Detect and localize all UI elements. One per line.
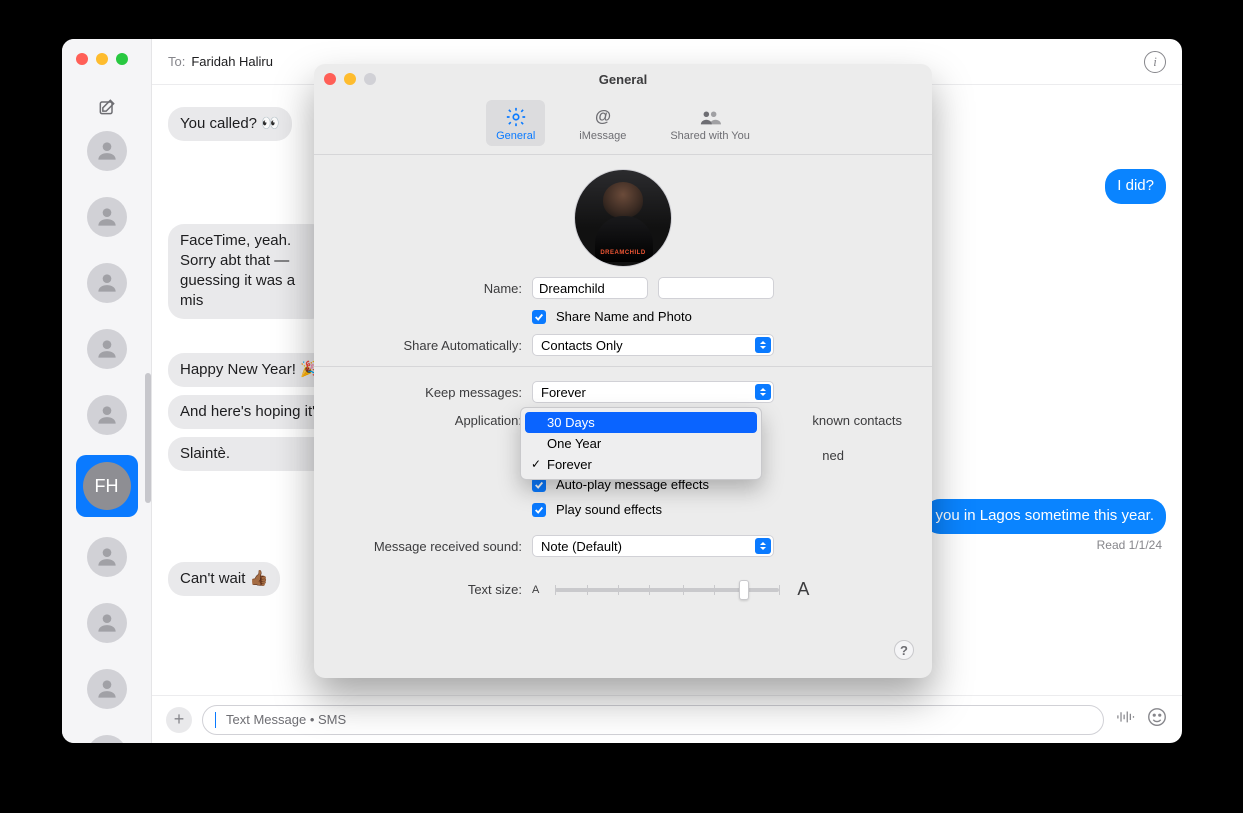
conversation-item[interactable]	[87, 735, 127, 743]
keep-option-30-days[interactable]: 30 Days	[525, 412, 757, 433]
profile-photo-tag: DREAMCHILD	[600, 250, 645, 256]
chevron-updown-icon	[755, 384, 771, 400]
avatar-initials: FH	[95, 476, 119, 497]
keep-messages-label: Keep messages:	[342, 385, 522, 400]
incoming-message: Can't wait 👍🏾	[168, 562, 280, 596]
keep-option-one-year[interactable]: One Year	[525, 433, 757, 454]
conversation-item[interactable]	[87, 537, 127, 577]
emoji-picker-icon[interactable]	[1146, 706, 1168, 733]
share-auto-dropdown[interactable]: Contacts Only	[532, 334, 774, 356]
conversation-item[interactable]	[87, 669, 127, 709]
first-name-input[interactable]	[532, 277, 648, 299]
tab-general-label: General	[496, 130, 535, 142]
conversation-item[interactable]	[87, 131, 127, 171]
last-name-input[interactable]	[658, 277, 774, 299]
settings-window: General General @ iMessage Shared with Y…	[314, 64, 932, 678]
conversation-list: FH	[76, 131, 138, 743]
message-input[interactable]: Text Message • SMS	[202, 705, 1104, 735]
share-auto-value: Contacts Only	[541, 338, 623, 353]
zoom-window-button[interactable]	[116, 53, 128, 65]
tab-imessage-label: iMessage	[579, 130, 626, 142]
conversation-item[interactable]	[87, 263, 127, 303]
slider-thumb[interactable]	[739, 580, 749, 600]
message-sound-dropdown[interactable]: Note (Default)	[532, 535, 774, 557]
outgoing-message: you in Lagos sometime this year.	[924, 499, 1166, 533]
sound-label: Message received sound:	[342, 539, 522, 554]
application-text-truncated: known contacts	[812, 413, 902, 428]
text-size-small-icon: A	[532, 584, 539, 596]
conversation-item[interactable]	[87, 329, 127, 369]
info-icon[interactable]: i	[1144, 51, 1166, 73]
settings-title: General	[314, 72, 932, 87]
read-receipt: Read 1/1/24	[1097, 538, 1166, 552]
keep-messages-dropdown[interactable]: Forever	[532, 381, 774, 403]
tab-general[interactable]: General	[486, 100, 545, 146]
settings-tabs: General @ iMessage Shared with You	[314, 94, 932, 155]
profile-photo[interactable]: DREAMCHILD	[574, 169, 672, 267]
name-label: Name:	[342, 281, 522, 296]
chevron-updown-icon	[755, 337, 771, 353]
to-label: To:	[168, 54, 185, 69]
conversation-item[interactable]	[87, 603, 127, 643]
outgoing-message: I did?	[1105, 169, 1166, 203]
minimize-window-button[interactable]	[96, 53, 108, 65]
add-attachment-button[interactable]: +	[166, 707, 192, 733]
incoming-message: You called? 👀	[168, 107, 292, 141]
message-sound-value: Note (Default)	[541, 539, 622, 554]
tab-imessage[interactable]: @ iMessage	[569, 100, 636, 146]
window-controls	[76, 53, 128, 65]
application-label: Application:	[342, 413, 522, 428]
close-window-button[interactable]	[76, 53, 88, 65]
sidebar-scrollbar[interactable]	[145, 373, 151, 503]
voice-message-icon[interactable]	[1114, 706, 1136, 733]
keep-messages-value: Forever	[541, 385, 586, 400]
conversation-sidebar: FH	[62, 39, 152, 743]
message-input-placeholder: Text Message • SMS	[226, 712, 346, 727]
share-name-photo-label: Share Name and Photo	[556, 309, 692, 324]
share-name-photo-checkbox[interactable]	[532, 310, 546, 324]
checkmark-icon: ✓	[531, 457, 541, 471]
keep-option-forever[interactable]: ✓Forever	[525, 454, 757, 475]
divider	[314, 366, 932, 367]
message-input-bar: + Text Message • SMS	[152, 695, 1182, 743]
keep-messages-popup: 30 Days One Year ✓Forever	[520, 407, 762, 480]
text-size-label: Text size:	[342, 582, 522, 597]
profile-section: DREAMCHILD	[314, 155, 932, 277]
recipient-name[interactable]: Faridah Haliru	[191, 54, 273, 69]
text-size-slider[interactable]	[555, 580, 779, 600]
sound-effects-checkbox[interactable]	[532, 503, 546, 517]
share-auto-label: Share Automatically:	[342, 338, 522, 353]
sound-effects-label: Play sound effects	[556, 502, 662, 517]
chevron-updown-icon	[755, 538, 771, 554]
tab-shared-label: Shared with You	[670, 130, 750, 142]
conversation-item-selected[interactable]: FH	[76, 455, 138, 517]
conversation-item[interactable]	[87, 395, 127, 435]
conversation-item[interactable]	[87, 197, 127, 237]
compose-button[interactable]	[95, 97, 119, 117]
incoming-message: FaceTime, yeah. Sorry abt that — guessin…	[168, 224, 328, 319]
application-text-truncated-2: ned	[822, 448, 844, 463]
svg-text:@: @	[595, 108, 611, 126]
text-size-large-icon: A	[797, 579, 809, 600]
tab-shared-with-you[interactable]: Shared with You	[660, 100, 760, 146]
help-button[interactable]: ?	[894, 640, 914, 660]
